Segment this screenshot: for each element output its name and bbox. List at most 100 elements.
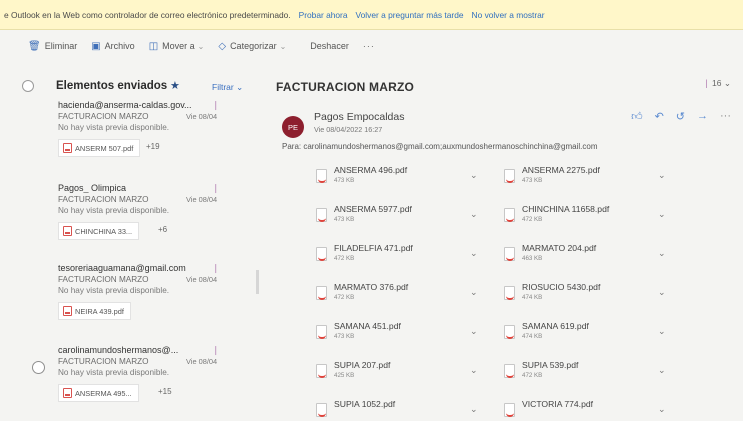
select-radio[interactable]: [32, 361, 45, 374]
chevron-down-icon: ⌄: [723, 78, 731, 88]
undo-button[interactable]: Deshacer: [310, 41, 349, 51]
chevron-down-icon: ⌄: [197, 41, 205, 51]
message-list: Elementos enviados ★ Filtrar ⌄ hacienda@…: [16, 70, 260, 421]
scrollbar[interactable]: [256, 270, 259, 294]
paperclip-icon: ❘: [702, 78, 711, 88]
more-attachments-count[interactable]: +15: [158, 387, 172, 396]
attachment-file[interactable]: ANSERMA 496.pdf 473 KB ⌄: [316, 165, 486, 189]
more-attachments-count[interactable]: +6: [158, 225, 167, 234]
attachment-file-size: 473 KB: [334, 177, 355, 184]
item-preview: No hay vista previa disponible.: [58, 123, 170, 132]
reply-icon[interactable]: ↶: [655, 110, 664, 123]
pdf-icon: [316, 403, 327, 417]
like-icon[interactable]: 👍︎: [631, 110, 643, 123]
attachment-file-name: RIOSUCIO 5430.pdf: [522, 282, 601, 292]
attachment-file-size: 463 KB: [522, 255, 543, 262]
attachment-file[interactable]: ANSERMA 5977.pdf 473 KB ⌄: [316, 204, 486, 228]
delete-button[interactable]: 🗑 Eliminar: [28, 41, 77, 52]
default-mail-banner: e Outlook en la Web como controlador de …: [0, 0, 743, 30]
chevron-down-icon[interactable]: ⌄: [470, 365, 478, 376]
ask-later-link[interactable]: Volver a preguntar más tarde: [356, 10, 464, 20]
attachment-chip[interactable]: NEIRA 439.pdf: [58, 302, 131, 320]
more-attachments-count[interactable]: +19: [146, 142, 160, 151]
attachment-chip[interactable]: ANSERMA 495...: [58, 384, 139, 402]
pdf-icon: [504, 286, 515, 300]
forward-icon[interactable]: →: [697, 110, 708, 123]
filter-label: Filtrar: [212, 82, 234, 92]
move-to-button[interactable]: ◫ Mover a ⌄: [149, 41, 205, 52]
paperclip-icon: ❘: [212, 263, 220, 273]
chevron-down-icon[interactable]: ⌄: [658, 365, 666, 376]
attachment-file-name: SUPIA 1052.pdf: [334, 399, 396, 409]
attachment-name: NEIRA 439.pdf: [75, 306, 124, 316]
item-date: Vie 08/04: [186, 357, 218, 366]
list-item[interactable]: tesoreriaaguamana@gmail.com ❘ FACTURACIO…: [16, 263, 260, 345]
attachment-file-size: 472 KB: [522, 216, 543, 223]
message-actions: 👍︎ ↶ ↺ → ···: [631, 110, 731, 123]
more-actions-button[interactable]: ···: [363, 41, 375, 51]
chevron-down-icon[interactable]: ⌄: [470, 248, 478, 259]
paperclip-icon: ❘: [212, 100, 220, 110]
chevron-down-icon[interactable]: ⌄: [470, 209, 478, 220]
filter-button[interactable]: Filtrar ⌄: [212, 82, 243, 93]
attachment-file-size: 472 KB: [334, 294, 355, 301]
attachment-file[interactable]: MARMATO 204.pdf 463 KB ⌄: [504, 243, 674, 267]
more-icon[interactable]: ···: [720, 110, 731, 123]
attachment-chip[interactable]: ANSERM 507.pdf: [58, 139, 141, 157]
archive-button[interactable]: ▣ Archivo: [91, 41, 134, 52]
item-subject: FACTURACION MARZO: [58, 357, 149, 366]
chevron-down-icon[interactable]: ⌄: [658, 326, 666, 337]
conversation-title: FACTURACION MARZO: [276, 80, 415, 94]
delete-label: Eliminar: [44, 41, 78, 51]
attachment-file[interactable]: SUPIA 1052.pdf ⌄: [316, 399, 486, 421]
attachment-file[interactable]: SAMANA 619.pdf 474 KB ⌄: [504, 321, 674, 345]
chevron-down-icon: ⌄: [236, 82, 244, 92]
select-all-checkbox[interactable]: [22, 80, 34, 92]
attachment-file-name: ANSERMA 2275.pdf: [522, 165, 600, 175]
list-item[interactable]: hacienda@anserma-caldas.gov... ❘ FACTURA…: [16, 100, 260, 182]
chevron-down-icon[interactable]: ⌄: [658, 287, 666, 298]
pdf-icon: [316, 325, 327, 339]
attachment-file-name: SUPIA 539.pdf: [522, 360, 579, 370]
attachment-file[interactable]: SAMANA 451.pdf 473 KB ⌄: [316, 321, 486, 345]
attachment-file-name: MARMATO 376.pdf: [334, 282, 409, 292]
recipients-line: Para: carolinamundoshermanos@gmail.com;a…: [282, 142, 598, 151]
avatar[interactable]: PE: [282, 116, 304, 138]
attachment-file-name: FILADELFIA 471.pdf: [334, 243, 413, 253]
chevron-down-icon[interactable]: ⌄: [658, 170, 666, 181]
chevron-down-icon[interactable]: ⌄: [658, 404, 666, 415]
chevron-down-icon[interactable]: ⌄: [470, 326, 478, 337]
attachment-file[interactable]: SUPIA 539.pdf 472 KB ⌄: [504, 360, 674, 384]
categorize-label: Categorizar: [230, 41, 277, 51]
attachment-file-size: 473 KB: [334, 216, 355, 223]
chevron-down-icon[interactable]: ⌄: [658, 209, 666, 220]
chevron-down-icon[interactable]: ⌄: [470, 404, 478, 415]
attachment-file[interactable]: ANSERMA 2275.pdf 473 KB ⌄: [504, 165, 674, 189]
chevron-down-icon[interactable]: ⌄: [470, 287, 478, 298]
attachment-file[interactable]: RIOSUCIO 5430.pdf 474 KB ⌄: [504, 282, 674, 306]
attachment-file-name: SAMANA 619.pdf: [522, 321, 589, 331]
attachment-file[interactable]: FILADELFIA 471.pdf 472 KB ⌄: [316, 243, 486, 267]
pdf-icon: [316, 247, 327, 261]
item-from: tesoreriaaguamana@gmail.com: [58, 263, 186, 273]
dont-show-link[interactable]: No volver a mostrar: [472, 10, 545, 20]
favorite-star-icon[interactable]: ★: [170, 79, 180, 92]
reply-all-icon[interactable]: ↺: [676, 110, 685, 123]
pdf-icon: [316, 286, 327, 300]
list-item[interactable]: carolinamundoshermanos@... ❘ FACTURACION…: [16, 345, 260, 421]
message-count[interactable]: ❘ 16 ⌄: [703, 78, 731, 89]
attachment-chip[interactable]: CHINCHINA 33...: [58, 222, 140, 240]
attachment-file[interactable]: MARMATO 376.pdf 472 KB ⌄: [316, 282, 486, 306]
attachment-file[interactable]: VICTORIA 774.pdf ⌄: [504, 399, 674, 421]
categorize-button[interactable]: ◇ Categorizar ⌄: [218, 41, 286, 52]
sender-name[interactable]: Pagos Empocaldas: [314, 111, 404, 123]
attachment-file-name: ANSERMA 496.pdf: [334, 165, 408, 175]
list-item[interactable]: Pagos_ Olimpica ❘ FACTURACION MARZO Vie …: [16, 183, 260, 265]
attachment-file-name: MARMATO 204.pdf: [522, 243, 597, 253]
try-now-link[interactable]: Probar ahora: [299, 10, 348, 20]
chevron-down-icon[interactable]: ⌄: [470, 170, 478, 181]
archive-icon: ▣: [91, 40, 101, 52]
attachment-file[interactable]: SUPIA 207.pdf 425 KB ⌄: [316, 360, 486, 384]
attachment-file[interactable]: CHINCHINA 11658.pdf 472 KB ⌄: [504, 204, 674, 228]
chevron-down-icon[interactable]: ⌄: [658, 248, 666, 259]
